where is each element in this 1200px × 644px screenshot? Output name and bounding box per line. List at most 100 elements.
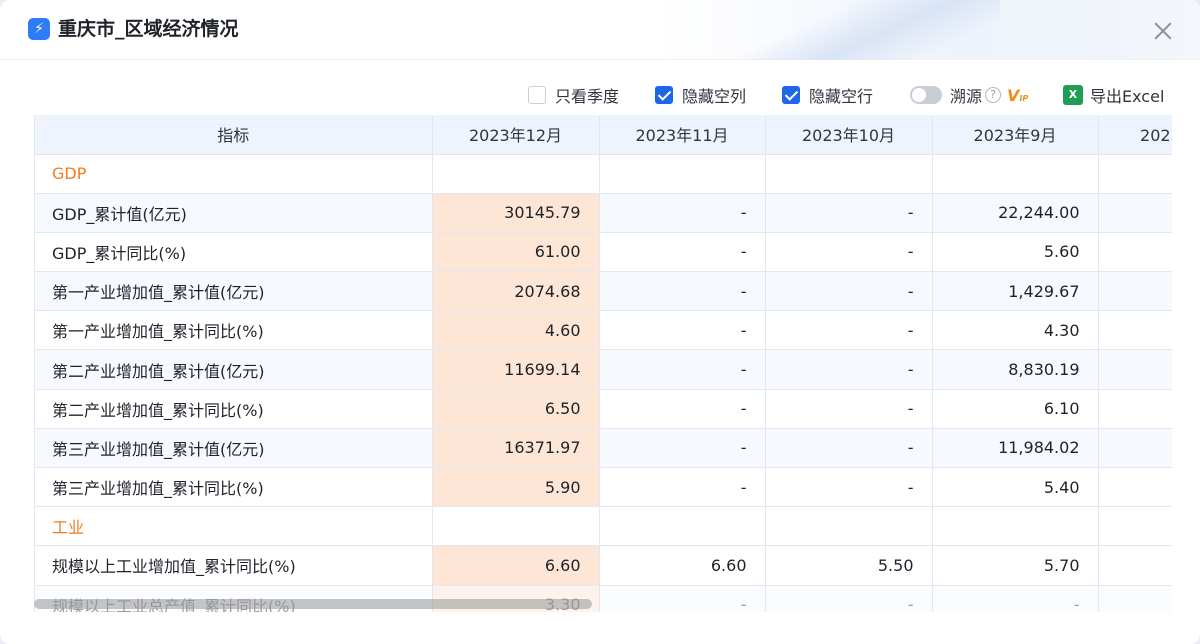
- hide-empty-rows-checkbox[interactable]: 隐藏空行: [782, 82, 873, 108]
- table-cell: [1098, 271, 1172, 312]
- table-cell: [765, 506, 933, 547]
- table-cell: -: [599, 428, 766, 469]
- table-cell: [1098, 310, 1172, 351]
- table-cell: [432, 154, 600, 194]
- table-cell: -: [765, 428, 933, 469]
- table-row: GDP_累计值(亿元) 30145.79- -22,244.00: [35, 193, 1172, 233]
- table-cell: 61.00: [432, 232, 600, 273]
- close-icon[interactable]: [1152, 20, 1174, 42]
- row-label: GDP: [35, 154, 433, 194]
- dialog-title: 重庆市_区域经济情况: [58, 18, 239, 40]
- hide-empty-rows-label: 隐藏空行: [809, 87, 874, 106]
- row-label: 第二产业增加值_累计值(亿元): [35, 349, 433, 390]
- table-row: 第二产业增加值_累计值(亿元) 11699.14- -8,830.19: [35, 349, 1172, 390]
- hide-empty-cols-checkbox[interactable]: 隐藏空列: [655, 82, 746, 108]
- table-cell: -: [599, 467, 766, 508]
- table-row: 第一产业增加值_累计值(亿元) 2074.68- -1,429.67: [35, 271, 1172, 312]
- table-cell: 16371.97: [432, 428, 600, 469]
- header-decoration: [740, 0, 1000, 60]
- table-cell: -: [765, 232, 933, 273]
- column-header[interactable]: 2023年9月: [932, 115, 1099, 155]
- row-label: GDP_累计值(亿元): [35, 193, 433, 233]
- table-cell: [599, 506, 766, 547]
- table-cell: 11,984.02: [932, 428, 1099, 469]
- table-cell: 2074.68: [432, 271, 600, 312]
- table-cell: 4.30: [932, 310, 1099, 351]
- column-header[interactable]: 2023年8月: [1098, 115, 1172, 155]
- excel-icon: X: [1063, 85, 1083, 105]
- table-cell: [599, 154, 766, 194]
- row-label: GDP_累计同比(%): [35, 232, 433, 273]
- table-cell: -: [599, 585, 766, 612]
- table-header-row: 指标 2023年12月 2023年11月 2023年10月 2023年9月 20…: [35, 115, 1172, 155]
- column-header[interactable]: 指标: [35, 115, 433, 155]
- table-cell: 6.50: [432, 389, 600, 429]
- table-cell: -: [599, 271, 766, 312]
- data-table-container[interactable]: 指标 2023年12月 2023年11月 2023年10月 2023年9月 20…: [34, 115, 1172, 612]
- table-row: GDP_累计同比(%) 61.00- -5.60: [35, 232, 1172, 273]
- dialog: ⚡ 重庆市_区域经济情况 只看季度 隐藏空列 隐藏空行 溯源 ? VIP X 导…: [0, 0, 1200, 644]
- table-cell: [1098, 506, 1172, 547]
- table-row: 第三产业增加值_累计值(亿元) 16371.97- -11,984.02: [35, 428, 1172, 469]
- checkbox-icon: [528, 86, 546, 104]
- table-cell: [1098, 154, 1172, 194]
- checkbox-checked-icon: [782, 86, 800, 104]
- column-header[interactable]: 2023年10月: [765, 115, 933, 155]
- table-cell: [932, 154, 1099, 194]
- table-cell: [932, 506, 1099, 547]
- vip-icon: VIP: [1007, 85, 1029, 105]
- table-row: 第一产业增加值_累计同比(%) 4.60- -4.30: [35, 310, 1172, 351]
- help-icon[interactable]: ?: [985, 87, 1002, 103]
- table-cell: -: [765, 310, 933, 351]
- row-label: 第一产业增加值_累计值(亿元): [35, 271, 433, 312]
- horizontal-scrollbar[interactable]: [34, 599, 592, 609]
- row-label: 第三产业增加值_累计值(亿元): [35, 428, 433, 469]
- toolbar: 只看季度 隐藏空列 隐藏空行 溯源 ? VIP X 导出Excel: [0, 82, 1172, 108]
- hide-empty-cols-label: 隐藏空列: [682, 87, 747, 106]
- table-cell: -: [932, 585, 1099, 612]
- table-cell: -: [599, 193, 766, 233]
- table-cell: 8,830.19: [932, 349, 1099, 390]
- table-cell: 5.60: [932, 232, 1099, 273]
- table-row: 第二产业增加值_累计同比(%) 6.50- -6.10: [35, 389, 1172, 429]
- quarter-only-checkbox[interactable]: 只看季度: [528, 82, 619, 108]
- table-cell: [1098, 467, 1172, 508]
- table-cell: -: [599, 349, 766, 390]
- column-header[interactable]: 2023年12月: [432, 115, 600, 155]
- table-cell: -: [765, 389, 933, 429]
- table-cell: [1098, 193, 1172, 233]
- table-cell: [432, 506, 600, 547]
- dialog-header: ⚡ 重庆市_区域经济情况: [0, 0, 1200, 60]
- table-cell: 1,429.67: [932, 271, 1099, 312]
- row-label: 第一产业增加值_累计同比(%): [35, 310, 433, 351]
- checkbox-checked-icon: [655, 86, 673, 104]
- table-cell: -: [599, 389, 766, 429]
- table-cell: -: [765, 585, 933, 612]
- toggle-switch[interactable]: [910, 86, 942, 104]
- table-row: 规模以上工业增加值_累计同比(%) 6.60 6.60 5.50 5.70: [35, 545, 1172, 586]
- table-cell: 4.60: [432, 310, 600, 351]
- quarter-only-label: 只看季度: [555, 87, 620, 106]
- column-header[interactable]: 2023年11月: [599, 115, 766, 155]
- table-cell: -: [765, 271, 933, 312]
- table-cell: 5.90: [432, 467, 600, 508]
- table-cell: [1098, 232, 1172, 273]
- lightning-icon: ⚡: [28, 18, 50, 40]
- table-cell: -: [599, 310, 766, 351]
- table-cell: -: [599, 232, 766, 273]
- table-cell: [1098, 545, 1172, 586]
- table-cell: [1098, 585, 1172, 612]
- table-cell: [1098, 428, 1172, 469]
- table-cell: 5.50: [765, 545, 933, 586]
- export-excel-button[interactable]: X 导出Excel: [1063, 82, 1164, 108]
- table-row: 第三产业增加值_累计同比(%) 5.90- -5.40: [35, 467, 1172, 508]
- export-excel-label: 导出Excel: [1090, 87, 1165, 106]
- table-cell: [1098, 389, 1172, 429]
- table-cell: 6.60: [599, 545, 766, 586]
- table-cell: -: [765, 193, 933, 233]
- table-cell: 22,244.00: [932, 193, 1099, 233]
- category-row: GDP: [35, 154, 1172, 194]
- table-cell: 6.10: [932, 389, 1099, 429]
- trace-toggle[interactable]: 溯源 ? VIP: [910, 82, 1028, 108]
- data-table: 指标 2023年12月 2023年11月 2023年10月 2023年9月 20…: [35, 115, 1172, 612]
